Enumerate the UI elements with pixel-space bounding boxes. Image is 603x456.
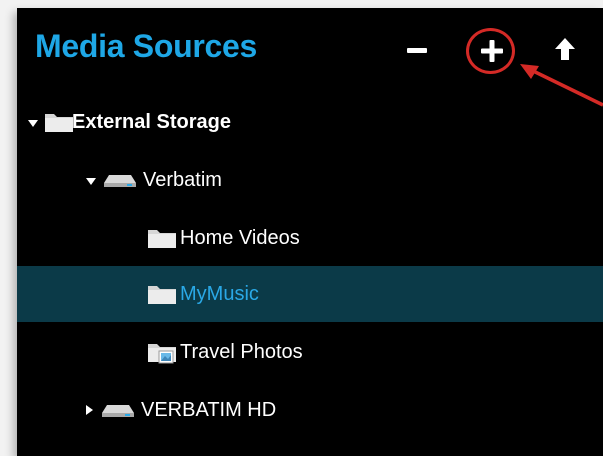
- tree-item-label: Home Videos: [180, 227, 300, 249]
- folder-icon: [45, 114, 73, 132]
- tree-item-mymusic[interactable]: MyMusic: [17, 266, 603, 322]
- tree-item-label: External Storage: [72, 111, 231, 133]
- tree-item-travel-photos[interactable]: Travel Photos: [17, 324, 603, 380]
- tree-item-label: Verbatim: [143, 169, 222, 191]
- remove-source-button[interactable]: [405, 38, 429, 62]
- tree-item-label: Travel Photos: [180, 341, 303, 363]
- tree-item-verbatim[interactable]: Verbatim: [17, 152, 603, 208]
- tree-item-label: MyMusic: [180, 283, 259, 305]
- chevron-down-icon[interactable]: [27, 118, 39, 130]
- photo-folder-icon: [148, 344, 176, 364]
- annotation-circle: [466, 28, 515, 74]
- folder-icon: [148, 230, 176, 248]
- tree-item-external-storage[interactable]: External Storage: [17, 94, 603, 150]
- panel-header: Media Sources: [17, 8, 603, 107]
- chevron-right-icon[interactable]: [83, 404, 95, 416]
- folder-icon: [148, 286, 176, 304]
- panel-title: Media Sources: [35, 28, 257, 64]
- tree-item-label: VERBATIM HD: [141, 399, 277, 421]
- tree-item-home-videos[interactable]: Home Videos: [17, 210, 603, 266]
- tree-item-verbatim-hd[interactable]: VERBATIM HD: [17, 382, 603, 438]
- drive-icon: [104, 175, 136, 187]
- media-sources-panel: Media Sources External Storage Verbatim …: [17, 8, 603, 456]
- drive-icon: [102, 405, 134, 417]
- minus-icon: [407, 48, 427, 53]
- chevron-down-icon[interactable]: [85, 176, 97, 188]
